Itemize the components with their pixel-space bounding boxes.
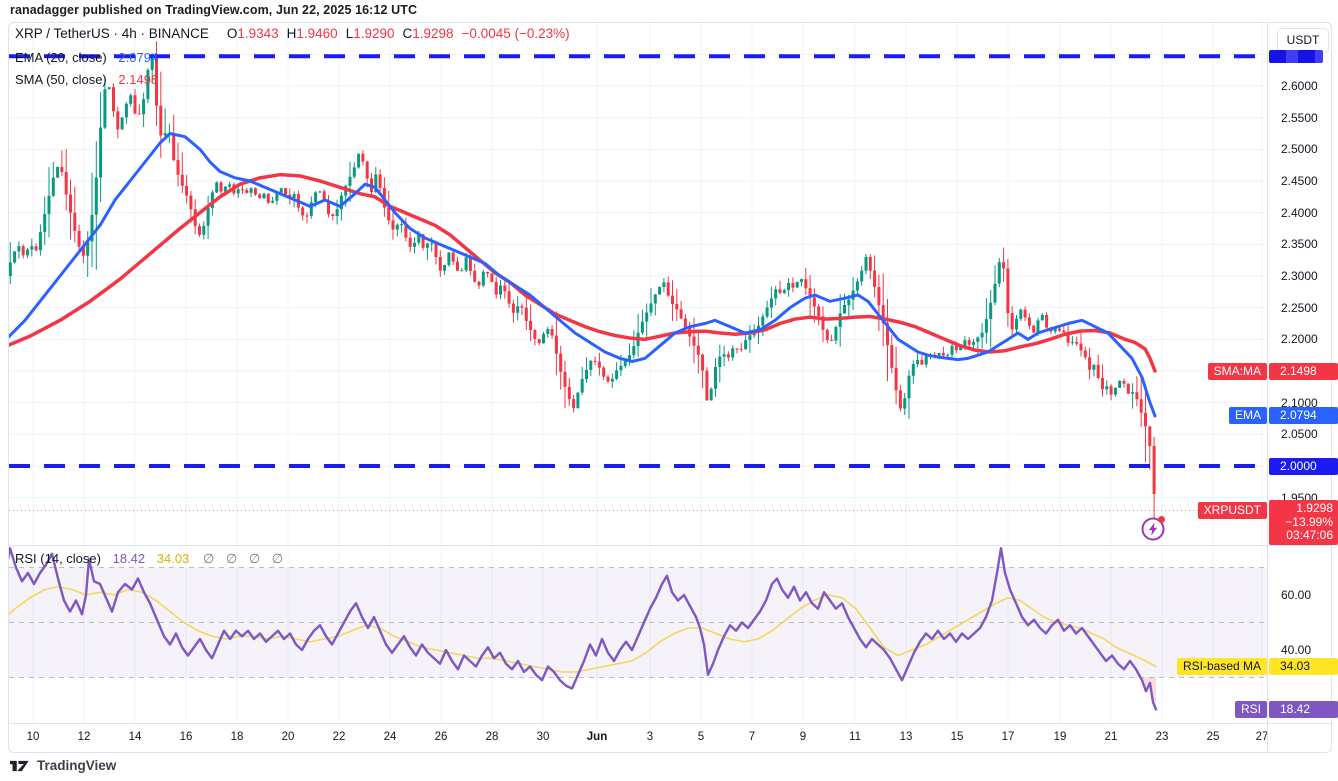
last-price-label: 1.9298 −13.99% 03:47:06 bbox=[1269, 500, 1338, 545]
price-tick-label: 2.5000 bbox=[1281, 142, 1318, 156]
ohlc-letter: C bbox=[403, 26, 413, 41]
published-chart-page: ranadagger published on TradingView.com,… bbox=[0, 0, 1338, 781]
time-axis-label: 19 bbox=[1054, 731, 1067, 743]
time-axis-label: 12 bbox=[78, 731, 91, 743]
time-axis-label: 25 bbox=[1207, 731, 1220, 743]
chart-canvas[interactable] bbox=[0, 0, 1338, 781]
price-tick-label: 2.5500 bbox=[1281, 111, 1318, 125]
time-axis-label: 22 bbox=[333, 731, 346, 743]
time-axis-label: 16 bbox=[180, 731, 193, 743]
pane-divider[interactable] bbox=[8, 545, 1332, 546]
time-axis-label: 9 bbox=[800, 731, 806, 743]
symbol-title[interactable]: XRP / TetherUS · 4h · BINANCE bbox=[15, 26, 209, 41]
time-axis-label: 23 bbox=[1156, 731, 1169, 743]
time-axis-label: 18 bbox=[231, 731, 244, 743]
rsi-ma-tag: RSI-based MA bbox=[1177, 658, 1267, 675]
time-axis-label: 17 bbox=[1002, 731, 1015, 743]
symbol-legend[interactable]: XRP / TetherUS · 4h · BINANCEO1.9343H1.9… bbox=[15, 26, 570, 41]
time-axis-label: 7 bbox=[749, 731, 755, 743]
time-axis-label: 11 bbox=[849, 731, 861, 743]
time-axis-label: 20 bbox=[282, 731, 295, 743]
ema-legend-name[interactable]: EMA (20, close) bbox=[15, 50, 107, 65]
ohlc-value: 1.9290 bbox=[353, 26, 394, 41]
support-level-label: 2.0000 bbox=[1269, 458, 1338, 475]
sma-legend-value: 2.1498 bbox=[118, 72, 158, 87]
countdown-timer: 03:47:06 bbox=[1275, 529, 1333, 543]
rsi-ma-legend-value: 34.03 bbox=[157, 551, 190, 566]
ema-legend-value: 2.0794 bbox=[118, 50, 158, 65]
change-value: −0.0045 (−0.23%) bbox=[462, 26, 570, 41]
hidden-values-icons: ∅ ∅ ∅ ∅ bbox=[203, 551, 287, 566]
ema-price-tag: EMA bbox=[1229, 407, 1267, 424]
ohlc-value: 1.9298 bbox=[412, 26, 453, 41]
time-axis-label: 27 bbox=[1256, 731, 1267, 743]
time-axis-label: 14 bbox=[129, 731, 142, 743]
ohlc-values: O1.9343H1.9460L1.9290C1.9298 bbox=[219, 26, 454, 41]
ohlc-value: 1.9343 bbox=[237, 26, 278, 41]
last-price-value: 1.9298 bbox=[1275, 502, 1333, 516]
price-tick-label: 2.4500 bbox=[1281, 174, 1318, 188]
rsi-value-label: 18.42 bbox=[1269, 701, 1338, 718]
sma-legend-name[interactable]: SMA (50, close) bbox=[15, 72, 107, 87]
time-axis-label: 5 bbox=[698, 731, 704, 743]
candlestick-series[interactable] bbox=[5, 41, 1156, 528]
rsi-tag: RSI bbox=[1235, 701, 1267, 718]
sma-price-label: 2.1498 bbox=[1269, 363, 1338, 380]
time-axis-label: 3 bbox=[647, 731, 653, 743]
time-axis-label: 21 bbox=[1105, 731, 1118, 743]
ohlc-value: 1.9460 bbox=[296, 26, 337, 41]
tradingview-logo-text: TradingView bbox=[37, 758, 116, 773]
price-tick-label: 2.3000 bbox=[1281, 269, 1318, 283]
ema20-line[interactable] bbox=[0, 134, 1155, 416]
ohlc-letter: O bbox=[227, 26, 238, 41]
flash-event-icon[interactable] bbox=[1143, 516, 1166, 540]
time-axis-label: 26 bbox=[435, 731, 448, 743]
time-axis-label: 30 bbox=[537, 731, 550, 743]
time-axis-label: 13 bbox=[900, 731, 913, 743]
rsi-legend-value: 18.42 bbox=[113, 551, 146, 566]
tradingview-logo-icon bbox=[10, 759, 32, 773]
time-axis-label: 28 bbox=[486, 731, 499, 743]
tradingview-attribution[interactable]: TradingView bbox=[10, 758, 116, 773]
price-tick-label: 2.6000 bbox=[1281, 79, 1318, 93]
price-tick-label: 2.3500 bbox=[1281, 237, 1318, 251]
last-price-change: −13.99% bbox=[1275, 516, 1333, 530]
price-tick-label: 2.0500 bbox=[1281, 427, 1318, 441]
time-axis[interactable]: 10 12 14 16 18 20 22 24 26 28 30 Jun 3 5 7 9 11 13 15 17 19 2… bbox=[8, 723, 1267, 753]
last-price-symbol-tag: XRPUSDT bbox=[1198, 502, 1267, 519]
price-tick-label: 2.4000 bbox=[1281, 206, 1318, 220]
sma-legend[interactable]: SMA (50, close) 2.1498 bbox=[15, 72, 158, 87]
time-axis-label: 24 bbox=[384, 731, 397, 743]
ema-price-label: 2.0794 bbox=[1269, 407, 1338, 424]
price-tick-label: 2.2500 bbox=[1281, 301, 1318, 315]
upper-line-price-label bbox=[1269, 50, 1323, 63]
ohlc-letter: H bbox=[287, 26, 297, 41]
time-axis-label: 15 bbox=[951, 731, 964, 743]
time-axis-label: 10 bbox=[27, 731, 40, 743]
sma-price-tag: SMA:MA bbox=[1208, 363, 1267, 380]
rsi-legend-name[interactable]: RSI (14, close) bbox=[15, 551, 101, 566]
time-axis-label: Jun bbox=[587, 731, 607, 743]
rsi-band bbox=[9, 568, 1267, 678]
rsi-legend[interactable]: RSI (14, close) 18.42 34.03 ∅ ∅ ∅ ∅ bbox=[15, 551, 287, 567]
rsi-tick-label: 60.00 bbox=[1281, 588, 1311, 602]
price-tick-label: 2.2000 bbox=[1281, 332, 1318, 346]
ema-legend[interactable]: EMA (20, close) 2.0794 bbox=[15, 50, 158, 65]
rsi-ma-value-label: 34.03 bbox=[1269, 658, 1338, 675]
rsi-tick-label: 40.00 bbox=[1281, 643, 1311, 657]
